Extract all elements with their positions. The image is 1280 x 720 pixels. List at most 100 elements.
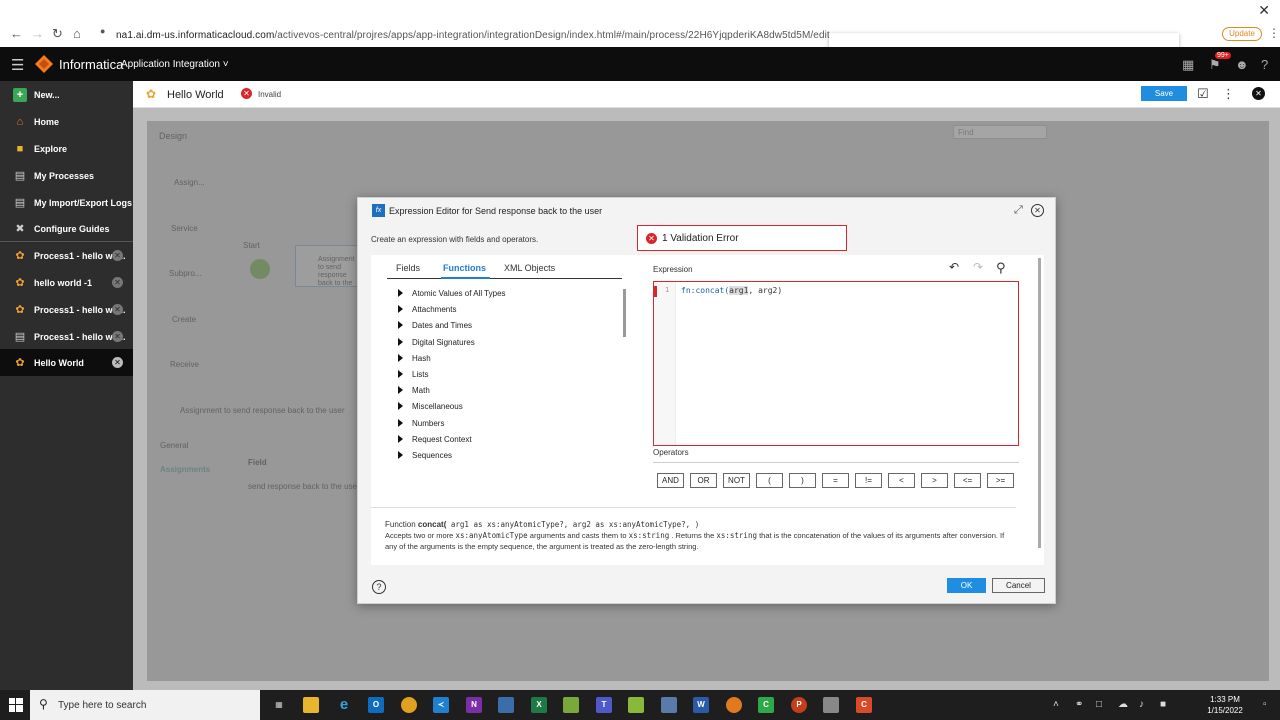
ok-button[interactable]: OK (947, 578, 986, 593)
kebab-menu-icon[interactable]: ⋮ (1268, 26, 1280, 40)
expression-editor[interactable]: 1 fn:concat(arg1, arg2) (653, 281, 1019, 446)
volume-icon[interactable]: ♪ (1139, 699, 1144, 710)
operator-less-than-button[interactable]: < (888, 473, 915, 488)
word-icon[interactable]: W (693, 697, 709, 713)
function-category[interactable]: Atomic Values of All Types (398, 289, 506, 303)
operator-not-equals-button[interactable]: != (855, 473, 882, 488)
close-tab-icon[interactable]: ✕ (112, 331, 123, 342)
remote-desktop-icon[interactable] (661, 697, 677, 713)
operator-and-button[interactable]: AND (657, 473, 684, 488)
sidebar-item-hello-world[interactable]: ✿ Hello World ✕ (0, 349, 133, 376)
notepad-app-icon[interactable] (563, 697, 579, 713)
camtasia-icon[interactable]: C (758, 697, 774, 713)
function-category[interactable]: Dates and Times (398, 321, 472, 335)
close-tab-icon[interactable]: ✕ (112, 277, 123, 288)
undo-icon[interactable]: ↶ (949, 260, 959, 274)
notifications-icon[interactable]: ▫ (1263, 699, 1267, 710)
operator-equals-button[interactable]: = (822, 473, 849, 488)
function-category[interactable]: Numbers (398, 419, 444, 433)
close-icon[interactable]: ✕ (1258, 2, 1270, 19)
forward-icon[interactable]: → (31, 26, 44, 41)
close-icon[interactable]: ✕ (1031, 204, 1044, 217)
vscode-icon[interactable]: ≺ (433, 697, 449, 713)
function-category[interactable]: Math (398, 386, 430, 400)
expand-icon[interactable]: ⤢ (1014, 204, 1023, 217)
sidebar-item-open-tab[interactable]: ✿ hello world -1 ✕ (0, 269, 133, 296)
recorder-icon[interactable]: C (856, 697, 872, 713)
help-icon[interactable]: ? (372, 580, 386, 594)
more-actions-icon[interactable]: ⋮ (1222, 86, 1235, 102)
teams-icon[interactable]: T (596, 697, 612, 713)
app-switcher[interactable]: Application Integration ˅ (121, 59, 229, 70)
close-icon[interactable]: ✕ (1252, 87, 1265, 100)
sidebar-item-configure-guides[interactable]: ✖ Configure Guides (0, 215, 133, 242)
update-button[interactable]: Update (1222, 27, 1262, 41)
snipping-tool-icon[interactable] (823, 697, 839, 713)
display-icon[interactable]: □ (1096, 699, 1102, 710)
function-category[interactable]: Sequences (398, 451, 452, 465)
sidebar-item-home[interactable]: ⌂ Home (0, 108, 133, 135)
editor-app-icon[interactable] (628, 697, 644, 713)
function-category[interactable]: Lists (398, 370, 428, 384)
panel-scrollbar[interactable] (1038, 258, 1041, 548)
reload-icon[interactable]: ↻ (52, 26, 63, 42)
onedrive-icon[interactable]: ☁ (1118, 699, 1128, 710)
tab-fields[interactable]: Fields (396, 263, 420, 273)
wifi-icon[interactable]: ⚭ (1075, 699, 1083, 710)
operator-greater-equal-button[interactable]: >= (987, 473, 1014, 488)
validation-error-banner[interactable]: ✕ 1 Validation Error (637, 225, 847, 251)
network-app-icon[interactable] (498, 697, 514, 713)
apps-grid-icon[interactable]: ▦ (1182, 57, 1194, 73)
list-scrollbar[interactable] (623, 289, 626, 337)
sidebar-item-new[interactable]: + New... (0, 81, 133, 108)
sidebar-item-open-tab[interactable]: ▤ Process1 - hello wo... ✕ (0, 323, 133, 350)
system-clock[interactable]: 1:33 PM 1/15/2022 (1195, 694, 1255, 716)
chevron-up-icon[interactable]: ˄ (1053, 699, 1059, 710)
save-button[interactable]: Save (1141, 86, 1187, 101)
close-tab-icon[interactable]: ✕ (112, 357, 123, 368)
operator-less-equal-button[interactable]: <= (954, 473, 981, 488)
help-icon[interactable]: ? (1261, 57, 1268, 72)
onenote-icon[interactable]: N (466, 697, 482, 713)
operator-not-button[interactable]: NOT (723, 473, 750, 488)
edge-icon[interactable]: e (336, 697, 352, 713)
task-view-icon[interactable]: ▦ (271, 697, 287, 713)
powerpoint-icon[interactable]: P (791, 697, 807, 713)
outlook-icon[interactable]: O (368, 697, 384, 713)
file-explorer-icon[interactable] (303, 697, 319, 713)
close-tab-icon[interactable]: ✕ (112, 250, 123, 261)
hamburger-icon[interactable]: ☰ (11, 56, 24, 74)
operator-open-paren-button[interactable]: ( (756, 473, 783, 488)
cancel-button[interactable]: Cancel (992, 578, 1045, 593)
operator-or-button[interactable]: OR (690, 473, 717, 488)
tab-functions[interactable]: Functions (443, 263, 486, 273)
sidebar-item-open-tab[interactable]: ✿ Process1 - hello wo... ✕ (0, 296, 133, 323)
language-icon[interactable]: ■ (1160, 699, 1166, 710)
redo-icon[interactable]: ↷ (973, 260, 983, 274)
operator-greater-than-button[interactable]: > (921, 473, 948, 488)
sidebar-item-explore[interactable]: ■ Explore (0, 135, 133, 162)
validate-icon[interactable]: ☑ (1197, 86, 1209, 102)
address-bar[interactable]: na1.ai.dm-us.informaticacloud.com/active… (116, 30, 830, 41)
taskbar-search[interactable]: ⚲ Type here to search (30, 690, 260, 720)
sidebar-item-import-export-logs[interactable]: ▤ My Import/Export Logs (0, 189, 133, 216)
chrome-icon[interactable] (401, 697, 417, 713)
function-category[interactable]: Request Context (398, 435, 472, 449)
sidebar-item-open-tab[interactable]: ✿ Process1 - hello wo... ✕ (0, 242, 133, 269)
flag-icon[interactable]: ⚑ (1209, 57, 1221, 73)
function-category[interactable]: Attachments (398, 305, 456, 319)
close-tab-icon[interactable]: ✕ (112, 304, 123, 315)
excel-icon[interactable]: X (531, 697, 547, 713)
home-icon[interactable]: ⌂ (73, 26, 81, 41)
function-category[interactable]: Miscellaneous (398, 402, 463, 416)
search-icon[interactable]: ⚲ (996, 260, 1006, 276)
tab-xml-objects[interactable]: XML Objects (504, 263, 555, 273)
function-category[interactable]: Hash (398, 354, 431, 368)
function-category[interactable]: Digital Signatures (398, 338, 475, 352)
user-icon[interactable]: ☻ (1235, 57, 1249, 72)
operator-close-paren-button[interactable]: ) (789, 473, 816, 488)
back-icon[interactable]: ← (10, 26, 23, 41)
sidebar-item-my-processes[interactable]: ▤ My Processes (0, 162, 133, 189)
windows-start-icon[interactable] (9, 698, 23, 712)
postman-icon[interactable] (726, 697, 742, 713)
